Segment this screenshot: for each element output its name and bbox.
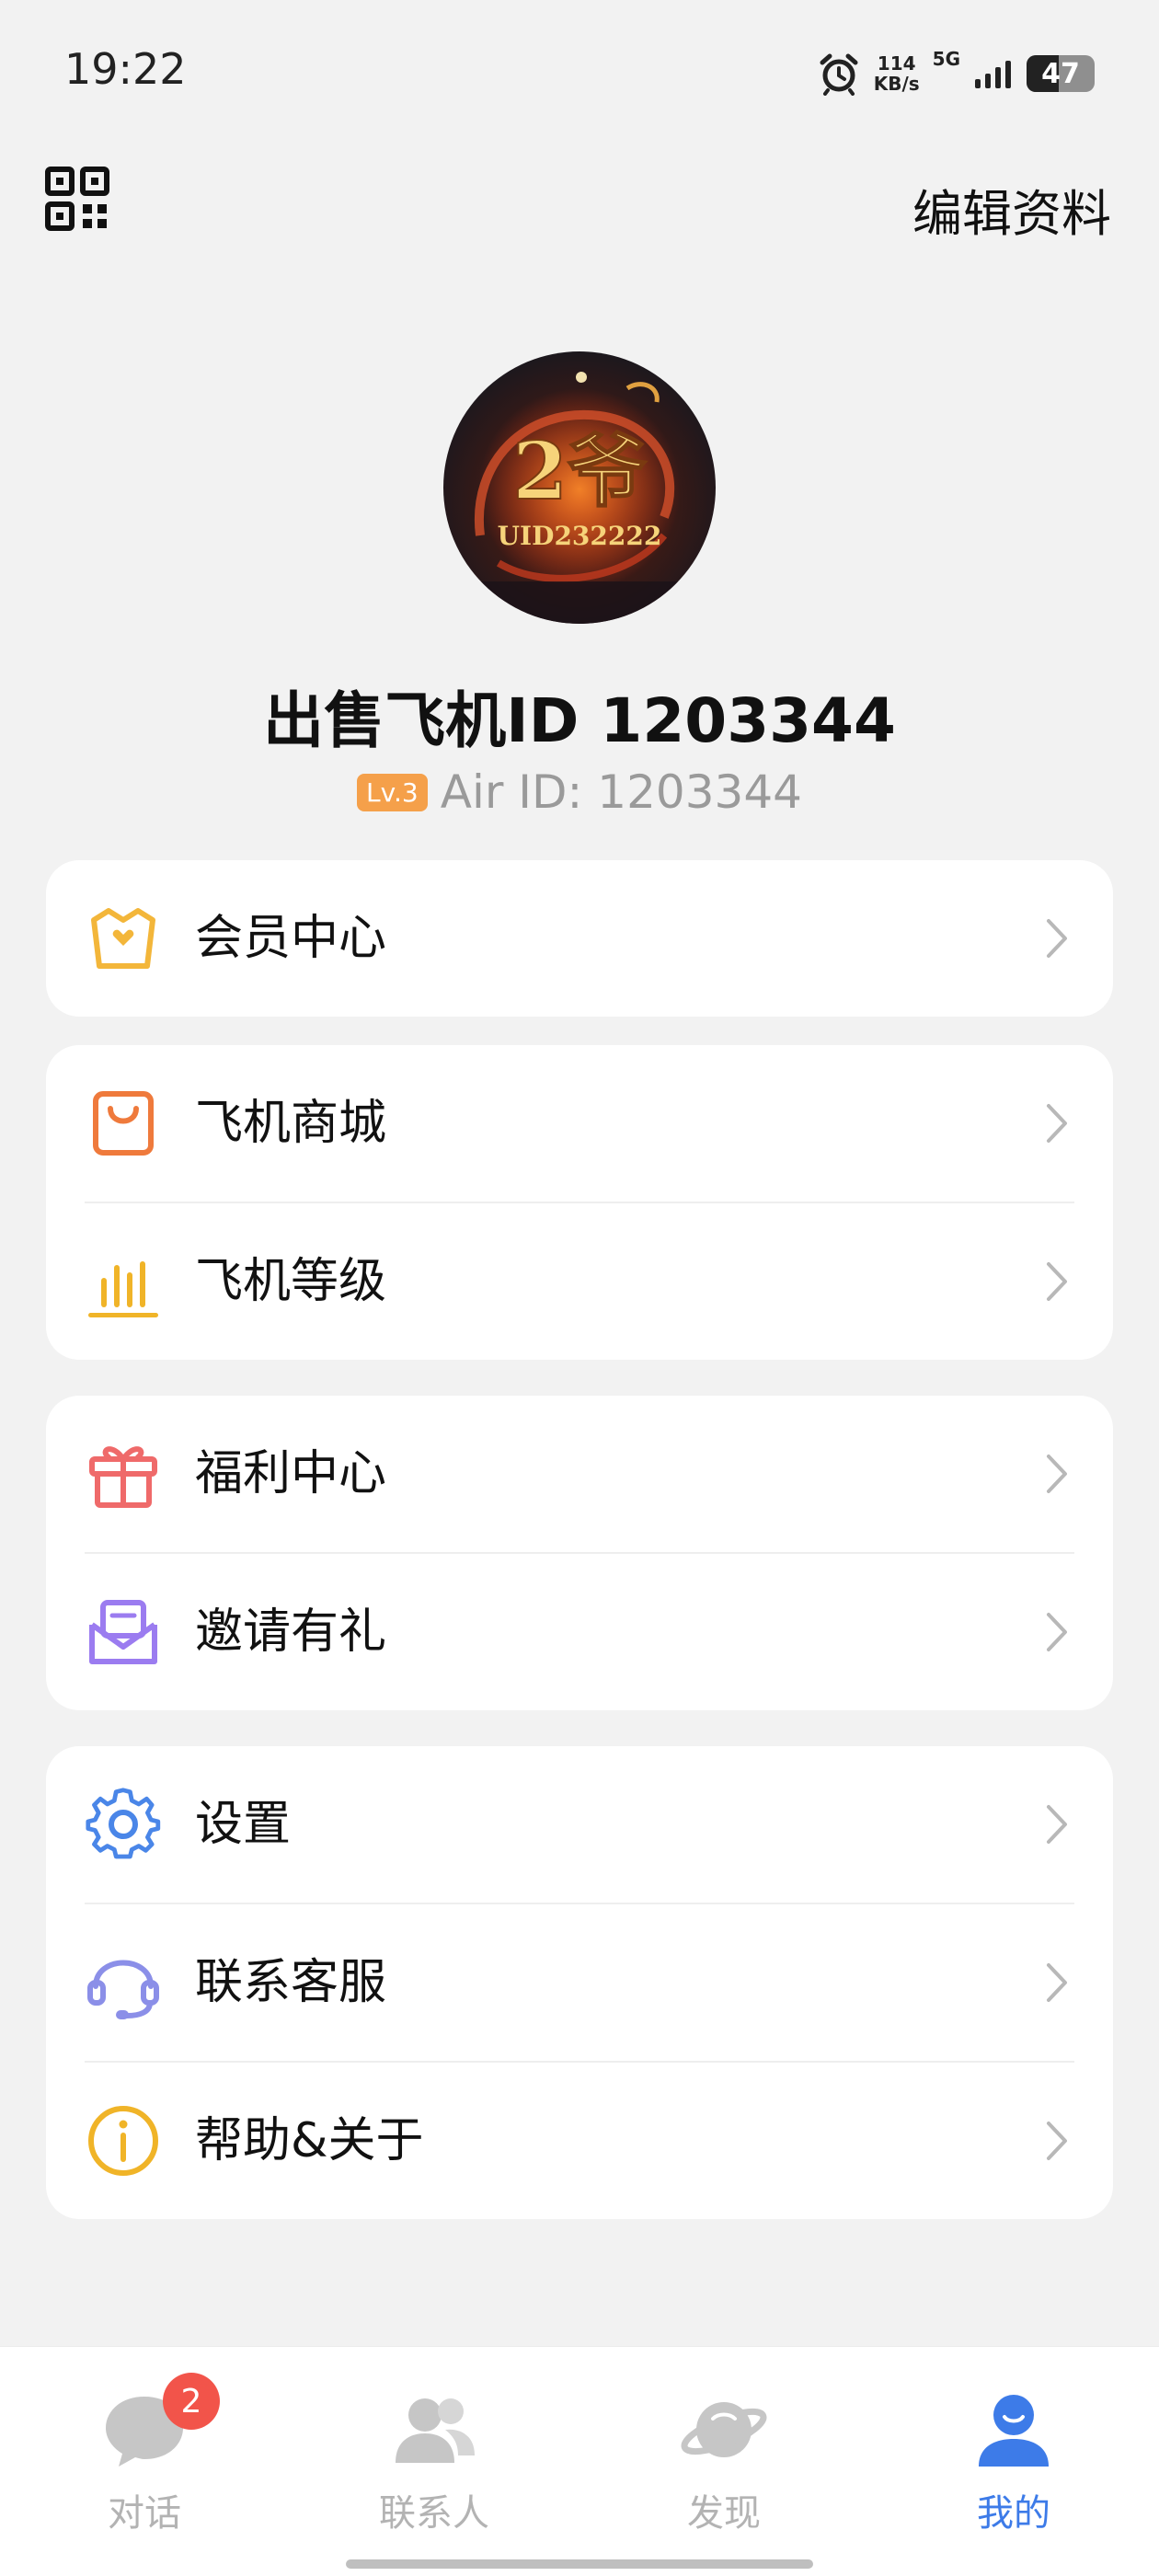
chevron-right-icon bbox=[1047, 1455, 1067, 1493]
menu-item-label: 会员中心 bbox=[195, 911, 387, 966]
nav-label: 对话 bbox=[108, 2492, 181, 2535]
network-speed: 114 KB/s bbox=[874, 53, 920, 94]
menu-item-label: 邀请有礼 bbox=[195, 1604, 387, 1660]
menu-item-membership[interactable]: 会员中心 bbox=[46, 860, 1113, 1017]
menu-item-settings[interactable]: 设置 bbox=[46, 1746, 1113, 1903]
network-type: 5G bbox=[932, 48, 960, 70]
unread-badge: 2 bbox=[163, 2373, 220, 2430]
level-badge: Lv.3 bbox=[357, 773, 428, 811]
chevron-right-icon bbox=[1047, 1963, 1067, 2002]
nav-label: 发现 bbox=[687, 2492, 761, 2535]
network-speed-value: 114 bbox=[877, 52, 916, 75]
menu-item-store[interactable]: 飞机商城 bbox=[46, 1045, 1113, 1202]
avatar[interactable]: 2爷 UID232222 bbox=[443, 351, 716, 624]
battery-indicator: 47 bbox=[1027, 55, 1095, 92]
network-speed-unit: KB/s bbox=[873, 73, 920, 95]
status-icons: 114 KB/s 5G 47 bbox=[817, 46, 1095, 101]
menu-item-label: 帮助&关于 bbox=[195, 2113, 424, 2168]
bar-chart-icon bbox=[88, 1261, 158, 1317]
home-indicator bbox=[346, 2559, 813, 2569]
chevron-right-icon bbox=[1047, 1805, 1067, 1844]
menu-item-customer-service[interactable]: 联系客服 bbox=[46, 1904, 1113, 2061]
menu-item-help-about[interactable]: 帮助&关于 bbox=[46, 2063, 1113, 2219]
menu-card-store: 飞机商城 飞机等级 bbox=[46, 1045, 1113, 1360]
crown-icon bbox=[91, 908, 155, 969]
profile-icon bbox=[979, 2395, 1049, 2467]
menu-card-settings: 设置 联系客服 帮助&关于 bbox=[46, 1746, 1113, 2219]
menu-item-label: 飞机商城 bbox=[195, 1096, 387, 1151]
chevron-right-icon bbox=[1047, 919, 1067, 958]
contacts-icon bbox=[396, 2398, 475, 2463]
menu-item-label: 设置 bbox=[195, 1797, 292, 1852]
gift-icon bbox=[89, 1446, 157, 1508]
nav-tab-discover[interactable]: 发现 bbox=[632, 2375, 816, 2535]
mail-invite-icon bbox=[89, 1600, 157, 1664]
nav-tab-contacts[interactable]: 联系人 bbox=[342, 2375, 526, 2535]
edit-profile-button[interactable]: 编辑资料 bbox=[912, 173, 1111, 246]
chevron-right-icon bbox=[1047, 2122, 1067, 2160]
info-icon bbox=[88, 2106, 158, 2176]
menu-item-invite[interactable]: 邀请有礼 bbox=[46, 1554, 1113, 1710]
profile-name: 出售飞机ID 1203344 bbox=[263, 685, 896, 756]
qr-code-icon bbox=[45, 167, 109, 231]
menu-item-label: 联系客服 bbox=[195, 1955, 387, 2010]
profile-subline: Lv.3 Air ID: 1203344 bbox=[0, 765, 1159, 819]
nav-tab-chats[interactable]: 2 对话 bbox=[52, 2373, 236, 2535]
gear-icon bbox=[86, 1788, 161, 1859]
menu-item-label: 飞机等级 bbox=[195, 1254, 387, 1309]
chevron-right-icon bbox=[1047, 1262, 1067, 1301]
nav-label: 联系人 bbox=[379, 2492, 489, 2535]
avatar-image: 2爷 UID232222 bbox=[443, 351, 716, 624]
air-id: Air ID: 1203344 bbox=[440, 765, 802, 819]
status-time: 19:22 bbox=[64, 44, 187, 94]
planet-icon bbox=[681, 2402, 767, 2457]
avatar-uid: UID232222 bbox=[498, 521, 662, 551]
menu-card-rewards: 福利中心 邀请有礼 bbox=[46, 1396, 1113, 1710]
bottom-nav: 2 对话 联系人 发现 我的 bbox=[0, 2346, 1159, 2576]
signal-icon bbox=[975, 61, 1011, 88]
nav-tab-me[interactable]: 我的 bbox=[922, 2375, 1106, 2535]
alarm-clock-icon bbox=[820, 53, 858, 96]
chevron-right-icon bbox=[1047, 1613, 1067, 1651]
status-bar: 19:22 114 KB/s 5G 47 bbox=[0, 0, 1159, 147]
menu-item-level[interactable]: 飞机等级 bbox=[46, 1203, 1113, 1360]
qr-code-button[interactable] bbox=[44, 166, 110, 232]
nav-label: 我的 bbox=[977, 2492, 1050, 2535]
menu-card-membership: 会员中心 bbox=[46, 860, 1113, 1017]
chevron-right-icon bbox=[1047, 1104, 1067, 1143]
menu-item-welfare[interactable]: 福利中心 bbox=[46, 1396, 1113, 1552]
avatar-title: 2爷 bbox=[512, 425, 647, 518]
menu-item-label: 福利中心 bbox=[195, 1446, 387, 1501]
shopping-bag-icon bbox=[93, 1091, 154, 1156]
battery-level: 47 bbox=[1041, 57, 1080, 90]
headset-icon bbox=[87, 1960, 159, 2019]
